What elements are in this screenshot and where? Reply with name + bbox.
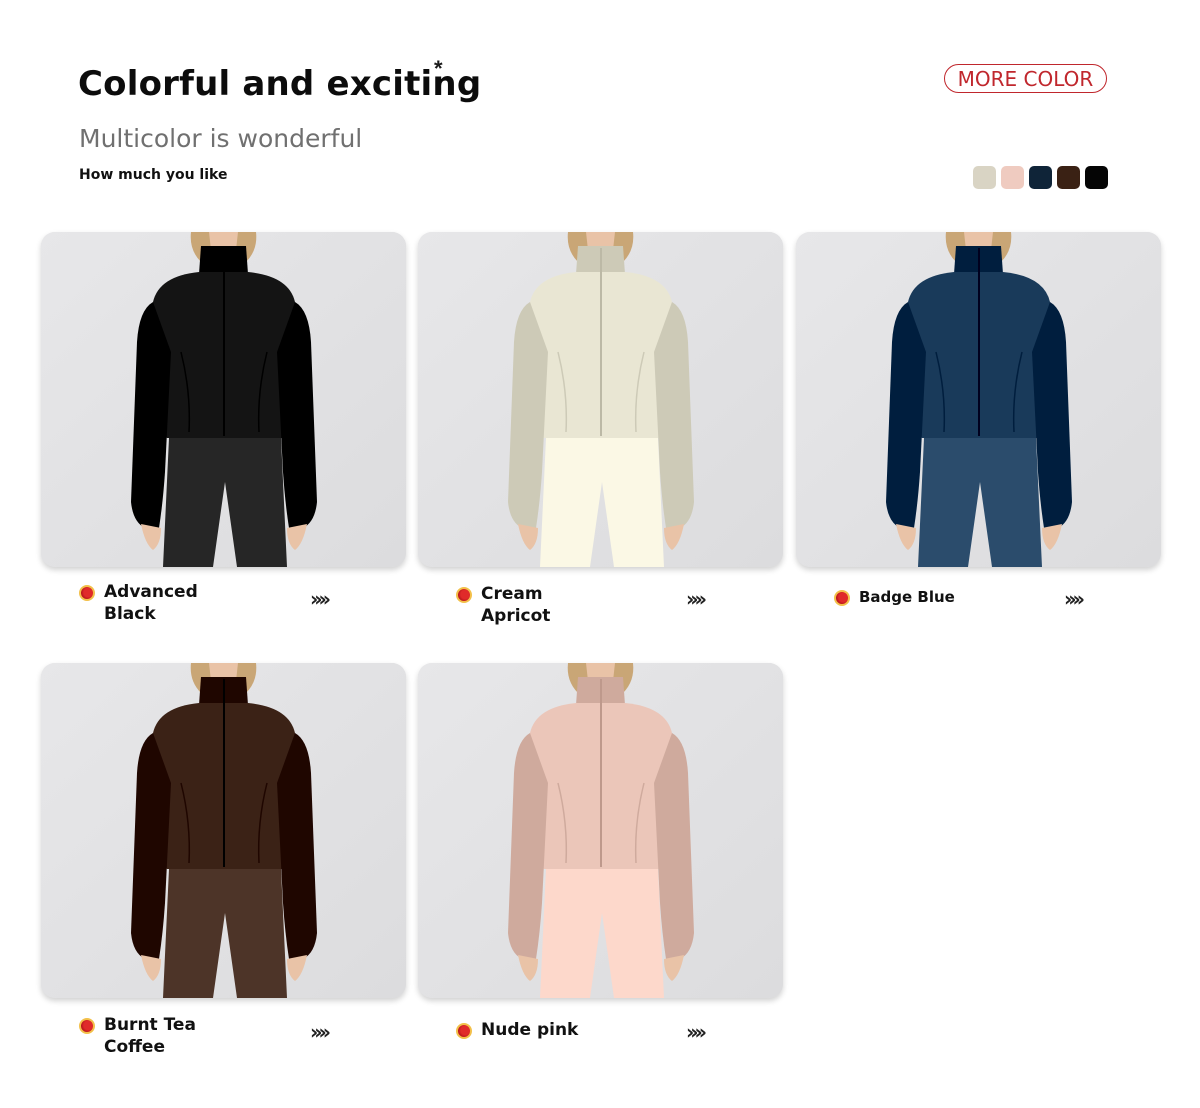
product-name: Advanced Black	[104, 582, 198, 624]
product-label[interactable]: Nude pink	[456, 1019, 578, 1041]
page-title: Colorful and exciting	[78, 64, 482, 104]
model-jacket-illustration	[796, 232, 1161, 567]
asterisk-mark: *	[434, 56, 443, 81]
tagline: How much you like	[79, 167, 228, 183]
product-label[interactable]: Cream Apricot	[456, 583, 550, 627]
model-jacket-illustration	[41, 663, 406, 998]
chevrons-right-icon[interactable]: ››››	[686, 587, 707, 611]
product-label[interactable]: Advanced Black	[79, 581, 198, 625]
chevrons-right-icon[interactable]: ››››	[686, 1020, 707, 1044]
product-label[interactable]: Badge Blue	[834, 586, 955, 608]
swatch-coffee[interactable]	[1057, 166, 1080, 189]
color-dot-icon	[456, 587, 472, 603]
product-name: Burnt Tea Coffee	[104, 1015, 196, 1057]
more-color-button[interactable]: MORE COLOR	[944, 64, 1107, 93]
swatch-black[interactable]	[1085, 166, 1108, 189]
chevrons-right-icon[interactable]: ››››	[310, 587, 331, 611]
model-jacket-illustration	[418, 663, 783, 998]
model-jacket-illustration	[41, 232, 406, 567]
product-image-badge-blue[interactable]	[796, 232, 1161, 567]
swatch-blue[interactable]	[1029, 166, 1052, 189]
color-swatches	[973, 166, 1108, 189]
product-image-nude-pink[interactable]	[418, 663, 783, 998]
product-name: Cream Apricot	[481, 584, 551, 626]
product-image-advanced-black[interactable]	[41, 232, 406, 567]
color-dot-icon	[834, 590, 850, 606]
chevrons-right-icon[interactable]: ››››	[1064, 587, 1085, 611]
product-name: Nude pink	[481, 1020, 579, 1040]
color-dot-icon	[79, 1018, 95, 1034]
product-label[interactable]: Burnt Tea Coffee	[79, 1014, 196, 1058]
model-jacket-illustration	[418, 232, 783, 567]
product-image-burnt-tea-coffee[interactable]	[41, 663, 406, 998]
product-name: Badge Blue	[859, 588, 955, 606]
chevrons-right-icon[interactable]: ››››	[310, 1020, 331, 1044]
product-image-cream-apricot[interactable]	[418, 232, 783, 567]
color-dot-icon	[456, 1023, 472, 1039]
page-subtitle: Multicolor is wonderful	[79, 124, 363, 153]
swatch-cream[interactable]	[973, 166, 996, 189]
swatch-pink[interactable]	[1001, 166, 1024, 189]
color-dot-icon	[79, 585, 95, 601]
